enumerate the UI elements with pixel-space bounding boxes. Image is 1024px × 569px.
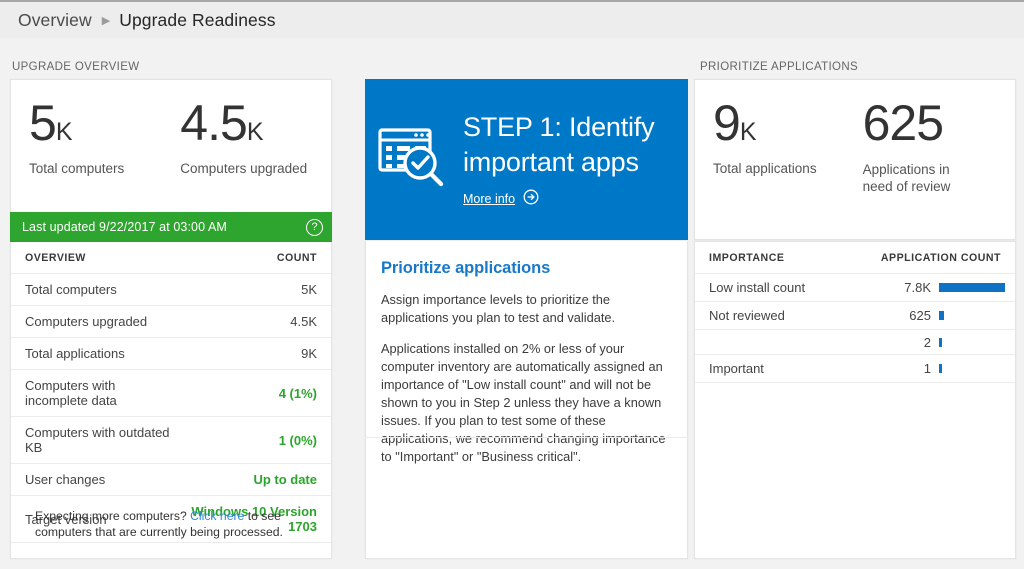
table-row: Not reviewed 625 [695, 302, 1015, 330]
table-row: Computers with incomplete data 4 (1%) [11, 370, 331, 417]
row-count: 7.8K [879, 280, 939, 295]
row-count: Up to date [171, 464, 331, 496]
table-row: Important 1 [695, 355, 1015, 383]
row-bar-track [939, 364, 1007, 373]
stat-apps-in-need-of-review-caption: Applications in need of review [863, 161, 977, 195]
center-card-divider [365, 437, 688, 438]
row-label: Total computers [11, 274, 171, 306]
table-row: 2 [695, 330, 1015, 355]
stat-total-computers: 5K Total computers [11, 96, 124, 176]
prioritize-applications-stats-card: 9K Total applications 625 Applications i… [694, 79, 1016, 240]
row-count-cell: 7.8K [855, 274, 1015, 302]
prioritize-applications-info-card: Prioritize applications Assign importanc… [365, 241, 688, 559]
more-info-link[interactable]: More info [463, 189, 654, 210]
app-table-search-check-icon [377, 125, 455, 194]
table-row: Total applications 9K [11, 338, 331, 370]
prioritize-applications-heading: Prioritize applications [366, 241, 687, 278]
row-label: Computers with incomplete data [11, 370, 171, 417]
section-label-upgrade-overview: UPGRADE OVERVIEW [12, 61, 139, 73]
stat-total-computers-caption: Total computers [29, 161, 124, 176]
row-count: 9K [171, 338, 331, 370]
row-bar-track [939, 283, 1007, 292]
note-prefix: Expecting more computers? [35, 509, 190, 523]
row-label: Low install count [695, 274, 855, 302]
row-bar-fill [939, 311, 944, 320]
row-label: Important [695, 355, 855, 383]
stat-total-computers-value: 5K [29, 96, 124, 159]
row-count: 5K [171, 274, 331, 306]
step-1-tile-text: STEP 1: Identify important apps More inf… [463, 110, 654, 210]
column-header-overview: OVERVIEW [11, 242, 171, 274]
row-count: 625 [879, 308, 939, 323]
stat-computers-upgraded-value: 4.5K [180, 96, 307, 159]
table-header-row: IMPORTANCE APPLICATION COUNT [695, 242, 1015, 274]
table-row: User changes Up to date [11, 464, 331, 496]
stat-apps-in-need-of-review: 625 Applications in need of review [817, 96, 977, 195]
row-bar-fill [939, 364, 942, 373]
table-row: Computers upgraded 4.5K [11, 306, 331, 338]
row-label: Total applications [11, 338, 171, 370]
importance-table-card: IMPORTANCE APPLICATION COUNT Low install… [694, 241, 1016, 559]
stat-total-computers-unit: K [56, 118, 73, 146]
column-header-count: COUNT [171, 242, 331, 274]
processing-computers-note: Expecting more computers? Click here to … [35, 508, 315, 540]
top-breadcrumb-bar: Overview ▶ Upgrade Readiness [0, 0, 1024, 38]
breadcrumb: Overview ▶ Upgrade Readiness [0, 10, 276, 31]
breadcrumb-root[interactable]: Overview [18, 10, 92, 31]
row-count: 1 [879, 361, 939, 376]
stat-apps-in-need-of-review-value: 625 [863, 96, 977, 159]
row-count: 2 [879, 335, 939, 350]
section-label-prioritize-applications: PRIORITIZE APPLICATIONS [700, 61, 858, 73]
row-label: Computers upgraded [11, 306, 171, 338]
row-label: Not reviewed [695, 302, 855, 330]
stat-computers-upgraded: 4.5K Computers upgraded [124, 96, 307, 176]
row-count-cell: 625 [855, 302, 1015, 330]
stat-computers-upgraded-unit: K [247, 118, 264, 146]
importance-table: IMPORTANCE APPLICATION COUNT Low install… [695, 242, 1015, 383]
step-1-title-line2: important apps [463, 145, 654, 180]
row-count: 4.5K [171, 306, 331, 338]
stat-total-applications: 9K Total applications [695, 96, 817, 195]
row-count-cell: 1 [855, 355, 1015, 383]
row-count: 1 (0%) [171, 417, 331, 464]
table-row: Total computers 5K [11, 274, 331, 306]
question-mark-icon[interactable]: ? [306, 219, 323, 236]
column-header-importance: IMPORTANCE [695, 242, 855, 274]
row-bar-track [939, 338, 1007, 347]
breadcrumb-current: Upgrade Readiness [119, 10, 275, 31]
row-bar-fill [939, 338, 942, 347]
row-label: User changes [11, 464, 171, 496]
row-count: 4 (1%) [171, 370, 331, 417]
row-count-cell: 2 [855, 330, 1015, 355]
stat-total-applications-value: 9K [713, 96, 817, 159]
last-updated-text: Last updated 9/22/2017 at 03:00 AM [22, 220, 227, 234]
stat-computers-upgraded-caption: Computers upgraded [180, 161, 307, 176]
step-1-title-line1: STEP 1: Identify [463, 110, 654, 145]
upgrade-overview-table-card: OVERVIEW COUNT Total computers 5K Comput… [10, 242, 332, 559]
column-header-application-count: APPLICATION COUNT [855, 242, 1015, 274]
row-label [695, 330, 855, 355]
last-updated-status-bar: Last updated 9/22/2017 at 03:00 AM ? [10, 212, 332, 242]
prioritize-paragraph-2: Applications installed on 2% or less of … [366, 340, 687, 466]
table-row: Low install count 7.8K [695, 274, 1015, 302]
stat-total-applications-unit: K [740, 118, 757, 146]
breadcrumb-separator-icon: ▶ [102, 16, 110, 27]
arrow-right-circle-icon [523, 189, 539, 210]
table-row: Computers with outdated KB 1 (0%) [11, 417, 331, 464]
step-1-tile[interactable]: STEP 1: Identify important apps More inf… [365, 79, 688, 240]
more-info-label: More info [463, 192, 515, 206]
upgrade-overview-stat-row: 5K Total computers 4.5K Computers upgrad… [11, 80, 331, 176]
row-bar-track [939, 311, 1007, 320]
stat-total-applications-caption: Total applications [713, 161, 817, 176]
prioritize-paragraph-1: Assign importance levels to prioritize t… [366, 291, 687, 327]
upgrade-overview-table: OVERVIEW COUNT Total computers 5K Comput… [11, 242, 331, 543]
row-label: Computers with outdated KB [11, 417, 171, 464]
prioritize-applications-stat-row: 9K Total applications 625 Applications i… [695, 80, 1015, 195]
click-here-link[interactable]: Click here [190, 509, 244, 523]
table-header-row: OVERVIEW COUNT [11, 242, 331, 274]
row-bar-fill [939, 283, 1005, 292]
step-1-title: STEP 1: Identify important apps [463, 110, 654, 180]
